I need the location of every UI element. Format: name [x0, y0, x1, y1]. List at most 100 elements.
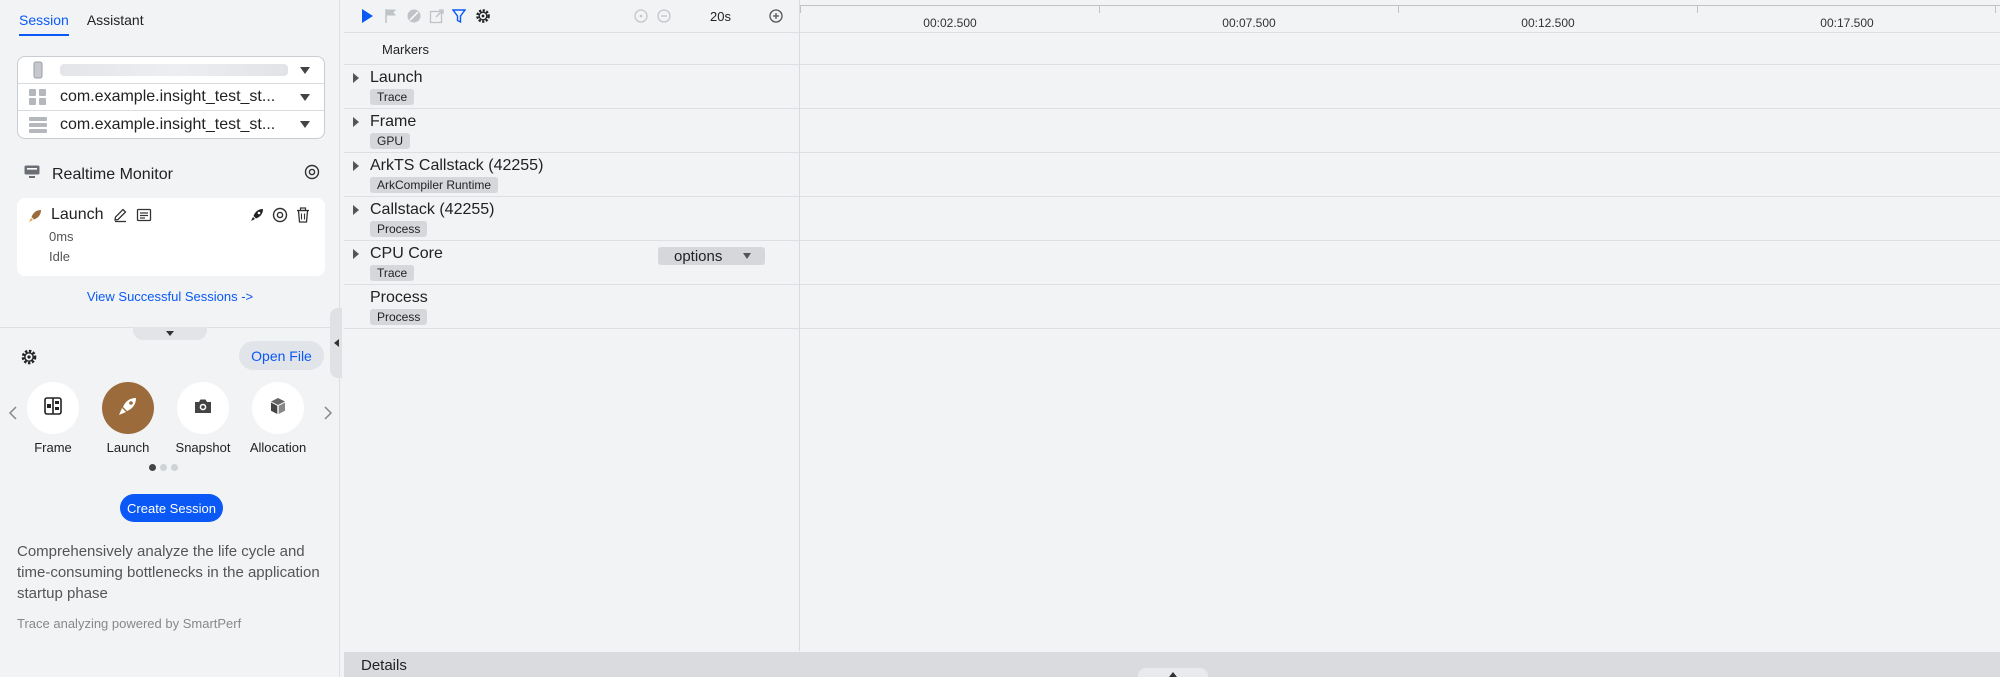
- lane-launch[interactable]: Launch Trace: [344, 65, 2000, 109]
- filter-icon[interactable]: [451, 8, 467, 29]
- process-name: com.example.insight_test_st...: [60, 115, 276, 133]
- lane-arkts-callstack[interactable]: ArkTS Callstack (42255) ArkCompiler Runt…: [344, 153, 2000, 197]
- lane-badge: GPU: [370, 133, 411, 149]
- record-settings-icon[interactable]: [304, 164, 320, 185]
- tab-session[interactable]: Session: [19, 12, 69, 36]
- zoom-out-icon[interactable]: [656, 8, 672, 29]
- ruler-tick: [800, 5, 801, 13]
- template-launch[interactable]: Launch: [93, 382, 163, 455]
- server-stack-icon: [26, 116, 50, 133]
- lane-process[interactable]: Process Process: [344, 285, 2000, 329]
- device-select[interactable]: [18, 57, 324, 84]
- rocket-icon: [27, 208, 43, 229]
- cpu-core-options-dropdown[interactable]: options: [658, 247, 765, 265]
- zoom-in-icon[interactable]: [768, 8, 784, 29]
- lane-name: Launch: [370, 69, 423, 86]
- realtime-monitor-title: Realtime Monitor: [52, 165, 173, 183]
- record-icon[interactable]: [272, 207, 288, 228]
- ruler-tick-label: 00:02.500: [923, 16, 977, 30]
- realtime-monitor-header: Realtime Monitor: [24, 164, 320, 185]
- lane-badge: Process: [370, 309, 428, 325]
- template-launch-label: Launch: [106, 440, 150, 455]
- session-title: Launch: [51, 206, 104, 223]
- ruler-tick: [1697, 5, 1698, 13]
- lane-name: Callstack (42255): [370, 201, 495, 218]
- template-frame-button[interactable]: [27, 382, 79, 434]
- create-session-button[interactable]: Create Session: [120, 494, 223, 522]
- view-successful-sessions-link[interactable]: View Successful Sessions ->: [0, 289, 340, 304]
- details-title: Details: [361, 657, 407, 674]
- expand-arrow-icon[interactable]: [353, 73, 359, 83]
- gear-icon[interactable]: [20, 348, 38, 371]
- template-snapshot-button[interactable]: [177, 382, 229, 434]
- expand-details-handle[interactable]: [1138, 668, 1208, 677]
- chevron-left-icon: [333, 339, 339, 347]
- template-launch-button[interactable]: [102, 382, 154, 434]
- carousel-pagination: [149, 464, 178, 471]
- open-file-button[interactable]: Open File: [239, 341, 324, 370]
- expand-arrow-icon[interactable]: [353, 117, 359, 127]
- lane-header-divider[interactable]: [799, 0, 800, 651]
- expand-arrow-icon[interactable]: [353, 161, 359, 171]
- lane-name: ArkTS Callstack (42255): [370, 157, 544, 174]
- lane-cpu-core[interactable]: CPU Core Trace options: [344, 241, 2000, 285]
- panel-tabs: Session Assistant: [19, 12, 144, 36]
- ruler-tick: [1099, 5, 1100, 13]
- expand-arrow-icon[interactable]: [353, 205, 359, 215]
- lane-badge: Trace: [370, 89, 415, 105]
- launch-rocket-icon[interactable]: [249, 207, 265, 228]
- template-allocation-label: Allocation: [249, 440, 307, 455]
- ruler-tick-label: 00:12.500: [1521, 16, 1575, 30]
- time-ruler[interactable]: 00:02.500 00:07.500 00:12.500 00:17.500: [800, 0, 2000, 33]
- clear-icon[interactable]: [406, 8, 422, 29]
- lane-badge: Process: [370, 221, 428, 237]
- monitor-icon: [24, 165, 40, 184]
- collapse-section-handle[interactable]: [133, 327, 207, 340]
- collapse-panel-handle[interactable]: [330, 308, 342, 378]
- markers-label: Markers: [382, 42, 429, 57]
- tab-assistant[interactable]: Assistant: [87, 12, 144, 36]
- left-panel: Session Assistant com.example.insight_te…: [0, 0, 342, 677]
- flag-icon[interactable]: [384, 8, 398, 29]
- ruler-tick: [1995, 5, 1996, 13]
- target-selector: com.example.insight_test_st... com.examp…: [17, 56, 325, 139]
- chevron-down-icon: [743, 253, 751, 259]
- lane-frame[interactable]: Frame GPU: [344, 109, 2000, 153]
- app-name: com.example.insight_test_st...: [60, 88, 276, 105]
- ruler-tick-label: 00:07.500: [1222, 16, 1276, 30]
- gear-icon[interactable]: [475, 8, 491, 29]
- device-name-blurred: [60, 64, 288, 76]
- page-dot[interactable]: [171, 464, 178, 471]
- chevron-down-icon: [166, 331, 174, 336]
- page-dot[interactable]: [149, 464, 156, 471]
- page-dot[interactable]: [160, 464, 167, 471]
- template-allocation[interactable]: Allocation: [243, 382, 313, 455]
- delete-icon[interactable]: [295, 207, 311, 228]
- template-frame[interactable]: Frame: [18, 382, 88, 455]
- session-duration: 0ms: [49, 229, 74, 244]
- phone-icon: [26, 61, 50, 79]
- lane-callstack[interactable]: Callstack (42255) Process: [344, 197, 2000, 241]
- app-select[interactable]: com.example.insight_test_st...: [18, 84, 324, 111]
- rocket-icon: [117, 395, 139, 422]
- timeline-area: 20s 00:02.500 00:07.500 00:12.500 00:17.…: [344, 0, 2000, 677]
- lane-badge: Trace: [370, 265, 415, 281]
- markers-lane[interactable]: Markers: [344, 33, 2000, 65]
- edit-icon[interactable]: [112, 207, 128, 228]
- process-select[interactable]: com.example.insight_test_st...: [18, 111, 324, 138]
- template-frame-label: Frame: [34, 440, 72, 455]
- chevron-right-icon[interactable]: [323, 405, 333, 426]
- powered-by-text: Trace analyzing powered by SmartPerf: [17, 616, 242, 631]
- template-description: Comprehensively analyze the life cycle a…: [17, 543, 320, 602]
- export-icon[interactable]: [429, 8, 445, 29]
- zoom-reset-icon[interactable]: [633, 8, 649, 29]
- chevron-left-icon[interactable]: [8, 405, 18, 426]
- template-allocation-button[interactable]: [252, 382, 304, 434]
- session-card[interactable]: Launch 0ms Idle: [17, 198, 325, 276]
- details-list-icon[interactable]: [136, 207, 152, 228]
- play-icon[interactable]: [360, 8, 374, 29]
- expand-arrow-icon[interactable]: [353, 249, 359, 259]
- template-snapshot[interactable]: Snapshot: [168, 382, 238, 455]
- lane-name: Process: [370, 289, 428, 306]
- details-panel-bar[interactable]: Details: [344, 652, 2000, 677]
